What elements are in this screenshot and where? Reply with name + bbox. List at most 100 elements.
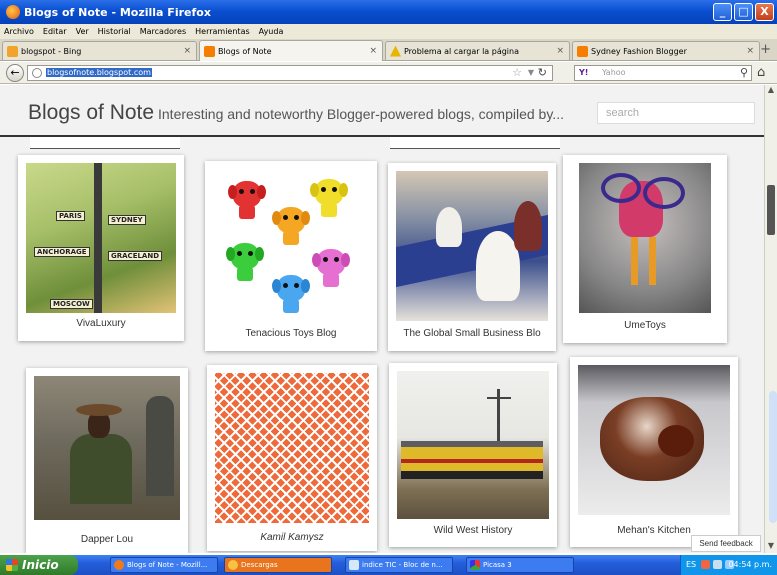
card-caption[interactable]: Wild West History [389, 525, 557, 536]
scroll-thumb[interactable] [767, 185, 775, 235]
notepad-icon [349, 560, 359, 570]
blogger-favicon-icon [577, 45, 588, 57]
close-button[interactable]: X [755, 3, 774, 21]
minimize-button[interactable]: _ [713, 3, 732, 21]
scroll-up-arrow-icon[interactable]: ▲ [765, 85, 777, 97]
locomotive-stripe [401, 459, 543, 463]
language-indicator[interactable]: ES [686, 555, 696, 575]
tab-blogs-of-note[interactable]: Blogs of Note × [199, 40, 383, 61]
attendee [514, 201, 542, 251]
card-caption[interactable]: VivaLuxury [18, 318, 184, 329]
tentacle [601, 173, 641, 203]
vivaluxury-thumbnail[interactable]: PARIS SYDNEY ANCHORAGE GRACELAND MOSCOW [26, 163, 176, 313]
card-caption[interactable]: Dapper Lou [26, 534, 188, 545]
bing-favicon-icon [7, 45, 18, 57]
menu-herramientas[interactable]: Herramientas [195, 27, 250, 36]
global-small-business-thumbnail[interactable] [396, 171, 548, 321]
search-icon[interactable]: ⚲ [740, 66, 748, 79]
blog-card-vivaluxury[interactable]: PARIS SYDNEY ANCHORAGE GRACELAND MOSCOW … [18, 155, 184, 341]
taskbar-item-firefox[interactable]: Blogs of Note - Mozill... [110, 557, 218, 573]
search-bar[interactable]: Y! Yahoo ⚲ [574, 65, 752, 81]
vertical-scrollbar[interactable]: ▲ ▼ [764, 85, 777, 553]
system-tray: ES 04:54 p.m. [680, 555, 777, 575]
partial-card [30, 137, 180, 149]
address-input[interactable]: blogsofnote.blogspot.com [46, 68, 152, 77]
address-bar[interactable]: blogsofnote.blogspot.com ☆ ▼ ↻ [27, 65, 553, 81]
send-feedback-button[interactable]: Send feedback [691, 535, 761, 552]
close-tab-icon[interactable]: × [746, 46, 754, 56]
menu-bar: Archivo Editar Ver Historial Marcadores … [0, 24, 777, 39]
bookmark-star-icon[interactable]: ☆ [512, 66, 522, 79]
window-controls: _ □ X [713, 3, 774, 21]
blog-description: Interesting and noteworthy Blogger-power… [158, 106, 564, 122]
menu-historial[interactable]: Historial [98, 27, 131, 36]
reload-icon[interactable]: ↻ [538, 66, 547, 79]
yahoo-engine-icon[interactable]: Y! [579, 68, 588, 77]
attendee [436, 207, 462, 247]
mehans-kitchen-thumbnail[interactable] [578, 365, 730, 515]
site-identity-icon[interactable] [32, 68, 42, 78]
signpost-pole [94, 163, 102, 313]
taskbar-item-descargas[interactable]: Descargas [224, 557, 332, 573]
blog-card-dapper-lou[interactable]: Dapper Lou [26, 368, 188, 553]
card-caption[interactable]: The Global Small Business Blo [388, 328, 556, 339]
card-caption[interactable]: Kamil Kamysz [207, 532, 377, 543]
kamil-kamysz-thumbnail[interactable] [215, 373, 369, 523]
card-caption[interactable]: UmeToys [563, 320, 727, 331]
close-tab-icon[interactable]: × [369, 46, 377, 56]
blog-card-kamil-kamysz[interactable]: Kamil Kamysz [207, 365, 377, 551]
task-label: Blogs of Note - Mozill... [127, 561, 208, 569]
locomotive [401, 441, 543, 471]
menu-marcadores[interactable]: Marcadores [140, 27, 186, 36]
blog-title[interactable]: Blogs of Note [28, 101, 154, 125]
taskbar-item-picasa[interactable]: Picasa 3 [466, 557, 574, 573]
tab-label: blogspot - Bing [21, 46, 82, 56]
menu-editar[interactable]: Editar [43, 27, 67, 36]
blog-card-umetoys[interactable]: UmeToys [563, 155, 727, 343]
history-dropdown-icon[interactable]: ▼ [528, 68, 534, 77]
menu-archivo[interactable]: Archivo [4, 27, 34, 36]
dapper-lou-thumbnail[interactable] [34, 376, 180, 520]
tab-sydney-fashion[interactable]: Sydney Fashion Blogger × [572, 41, 760, 60]
close-tab-icon[interactable]: × [556, 46, 564, 56]
back-button[interactable]: ← [6, 64, 24, 82]
blog-card-mehans-kitchen[interactable]: Mehan's Kitchen [570, 357, 738, 547]
toy-figure [272, 207, 310, 245]
start-button[interactable]: Inicio [0, 555, 78, 575]
scroll-down-arrow-icon[interactable]: ▼ [765, 541, 777, 553]
menu-ayuda[interactable]: Ayuda [259, 27, 284, 36]
home-icon[interactable]: ⌂ [757, 65, 765, 80]
blog-search-input[interactable]: search [597, 102, 755, 124]
picasa-icon [470, 560, 480, 570]
side-panel-tab[interactable] [769, 391, 777, 523]
umetoys-thumbnail[interactable] [579, 163, 711, 313]
network-icon[interactable] [713, 560, 722, 569]
tab-label: Problema al cargar la página [404, 46, 520, 56]
firefox-icon [6, 5, 20, 19]
tab-label: Blogs of Note [218, 46, 272, 56]
clock[interactable]: 04:54 p.m. [728, 555, 772, 575]
maximize-button[interactable]: □ [734, 3, 753, 21]
menu-ver[interactable]: Ver [76, 27, 89, 36]
card-caption[interactable]: Tenacious Toys Blog [205, 328, 377, 339]
tab-strip: blogspot - Bing × Blogs of Note × Proble… [0, 39, 777, 61]
blog-card-global-small-business[interactable]: The Global Small Business Blo [388, 163, 556, 351]
blog-search-placeholder: search [606, 107, 640, 119]
blog-card-tenacious-toys[interactable]: Tenacious Toys Blog [205, 161, 377, 351]
sign-graceland: GRACELAND [108, 251, 163, 261]
wild-west-history-thumbnail[interactable] [397, 371, 549, 519]
tab-bing[interactable]: blogspot - Bing × [2, 41, 197, 60]
close-tab-icon[interactable]: × [183, 46, 191, 56]
toy-figure [228, 181, 266, 219]
tenacious-toys-thumbnail[interactable] [213, 169, 369, 321]
search-input[interactable]: Yahoo [602, 68, 626, 77]
window-titlebar: Blogs of Note - Mozilla Firefox _ □ X [0, 0, 777, 24]
tray-app-icon[interactable] [701, 560, 710, 569]
new-tab-icon[interactable]: + [760, 42, 771, 57]
toy-figure [310, 179, 348, 217]
windows-logo-icon [6, 559, 18, 571]
taskbar-item-notepad[interactable]: indice TIC - Bloc de n... [345, 557, 453, 573]
blog-card-wild-west-history[interactable]: Wild West History [389, 363, 557, 547]
hat [76, 404, 122, 416]
tab-problema[interactable]: Problema al cargar la página × [385, 41, 570, 60]
